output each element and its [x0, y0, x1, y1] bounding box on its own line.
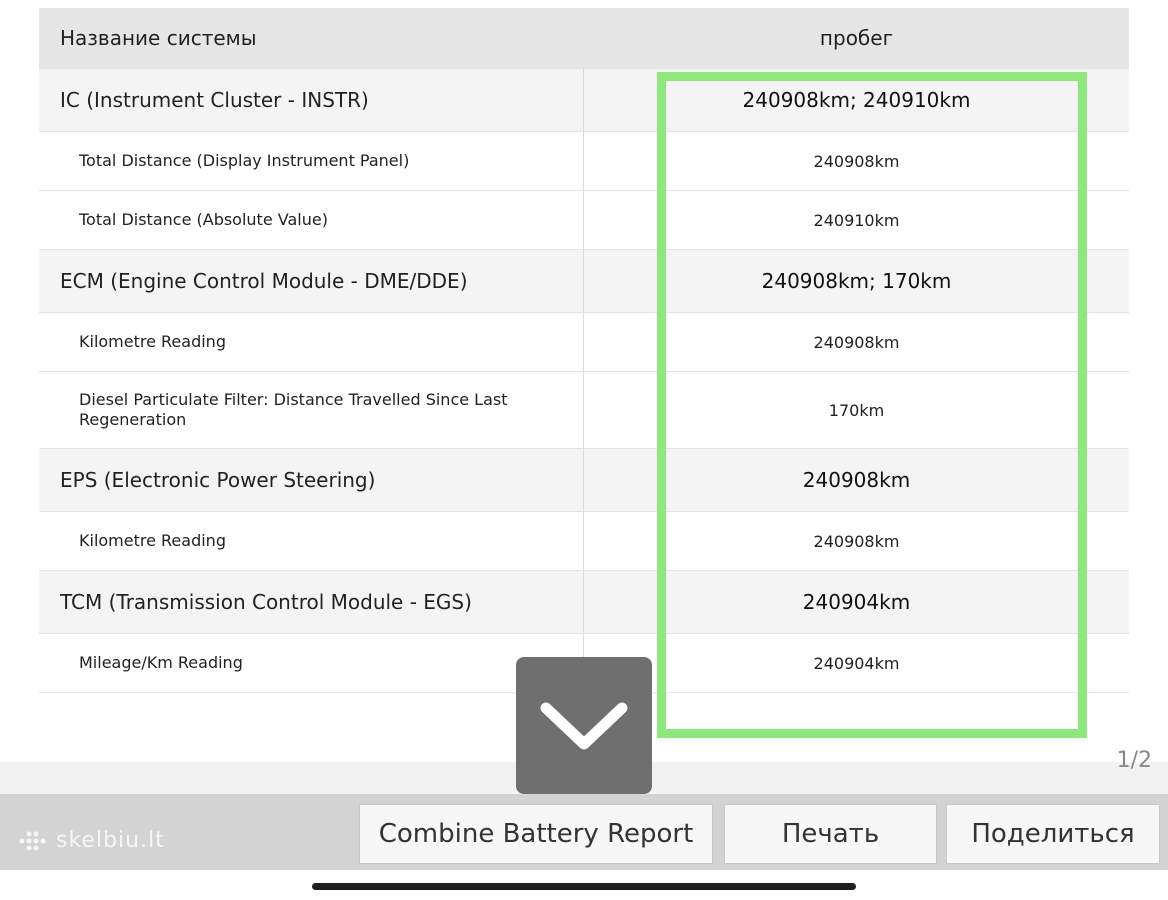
system-name: IC (Instrument Cluster - INSTR): [39, 69, 584, 131]
mileage-value: 240908km: [813, 531, 900, 551]
parameter-name: Mileage/Km Reading: [39, 634, 584, 692]
watermark: skelbiu.lt: [18, 828, 165, 853]
table-header: Название системы пробег: [39, 8, 1129, 68]
system-name: EPS (Electronic Power Steering): [39, 449, 584, 511]
header-system-name: Название системы: [60, 26, 257, 50]
dots-logo-icon: [19, 831, 46, 850]
chevron-down-icon: [540, 702, 628, 749]
table-row-system: EPS (Electronic Power Steering) 240908km: [39, 448, 1129, 511]
parameter-name: Kilometre Reading: [39, 512, 584, 570]
mileage-value: 240908km: [813, 151, 900, 171]
table-row-system: IC (Instrument Cluster - INSTR) 240908km…: [39, 68, 1129, 131]
combine-battery-report-button[interactable]: Combine Battery Report: [359, 804, 713, 864]
table-row-parameter: Kilometre Reading 240908km: [39, 511, 1129, 570]
mileage-value: 240908km: [802, 468, 911, 492]
system-gesture-area: [0, 870, 1168, 900]
table-row-parameter: Diesel Particulate Filter: Distance Trav…: [39, 371, 1129, 448]
report-screen: Название системы пробег IC (Instrument C…: [0, 0, 1168, 900]
share-button[interactable]: Поделиться: [946, 804, 1160, 864]
mileage-value: 240910km: [813, 210, 900, 230]
report-content: Название системы пробег IC (Instrument C…: [0, 0, 1168, 773]
mileage-value: 240908km: [813, 332, 900, 352]
table-row-system: ECM (Engine Control Module - DME/DDE) 24…: [39, 249, 1129, 312]
header-mileage: пробег: [819, 26, 894, 50]
parameter-name: Total Distance (Display Instrument Panel…: [39, 132, 584, 190]
table-row-system: TCM (Transmission Control Module - EGS) …: [39, 570, 1129, 633]
parameter-name: Diesel Particulate Filter: Distance Trav…: [39, 372, 584, 448]
mileage-value: 240908km; 240910km: [742, 88, 971, 112]
bottom-toolbar: skelbiu.lt Combine Battery Report Печать…: [0, 794, 1168, 870]
table-row-parameter: Total Distance (Absolute Value) 240910km: [39, 190, 1129, 249]
home-indicator[interactable]: [312, 883, 856, 890]
page-indicator: 1/2: [1116, 748, 1152, 773]
mileage-value: 240908km; 170km: [761, 269, 952, 293]
print-button[interactable]: Печать: [724, 804, 937, 864]
parameter-name: Total Distance (Absolute Value): [39, 191, 584, 249]
mileage-value: 240904km: [813, 653, 900, 673]
parameter-name: Kilometre Reading: [39, 313, 584, 371]
system-name: TCM (Transmission Control Module - EGS): [39, 571, 584, 633]
mileage-value: 170km: [828, 400, 885, 420]
mileage-value: 240904km: [802, 590, 911, 614]
scroll-down-button[interactable]: [516, 657, 652, 794]
system-name: ECM (Engine Control Module - DME/DDE): [39, 250, 584, 312]
watermark-text: skelbiu.lt: [56, 828, 165, 853]
table-row-parameter: Kilometre Reading 240908km: [39, 312, 1129, 371]
mileage-table: Название системы пробег IC (Instrument C…: [39, 8, 1129, 693]
table-row-parameter: Total Distance (Display Instrument Panel…: [39, 131, 1129, 190]
